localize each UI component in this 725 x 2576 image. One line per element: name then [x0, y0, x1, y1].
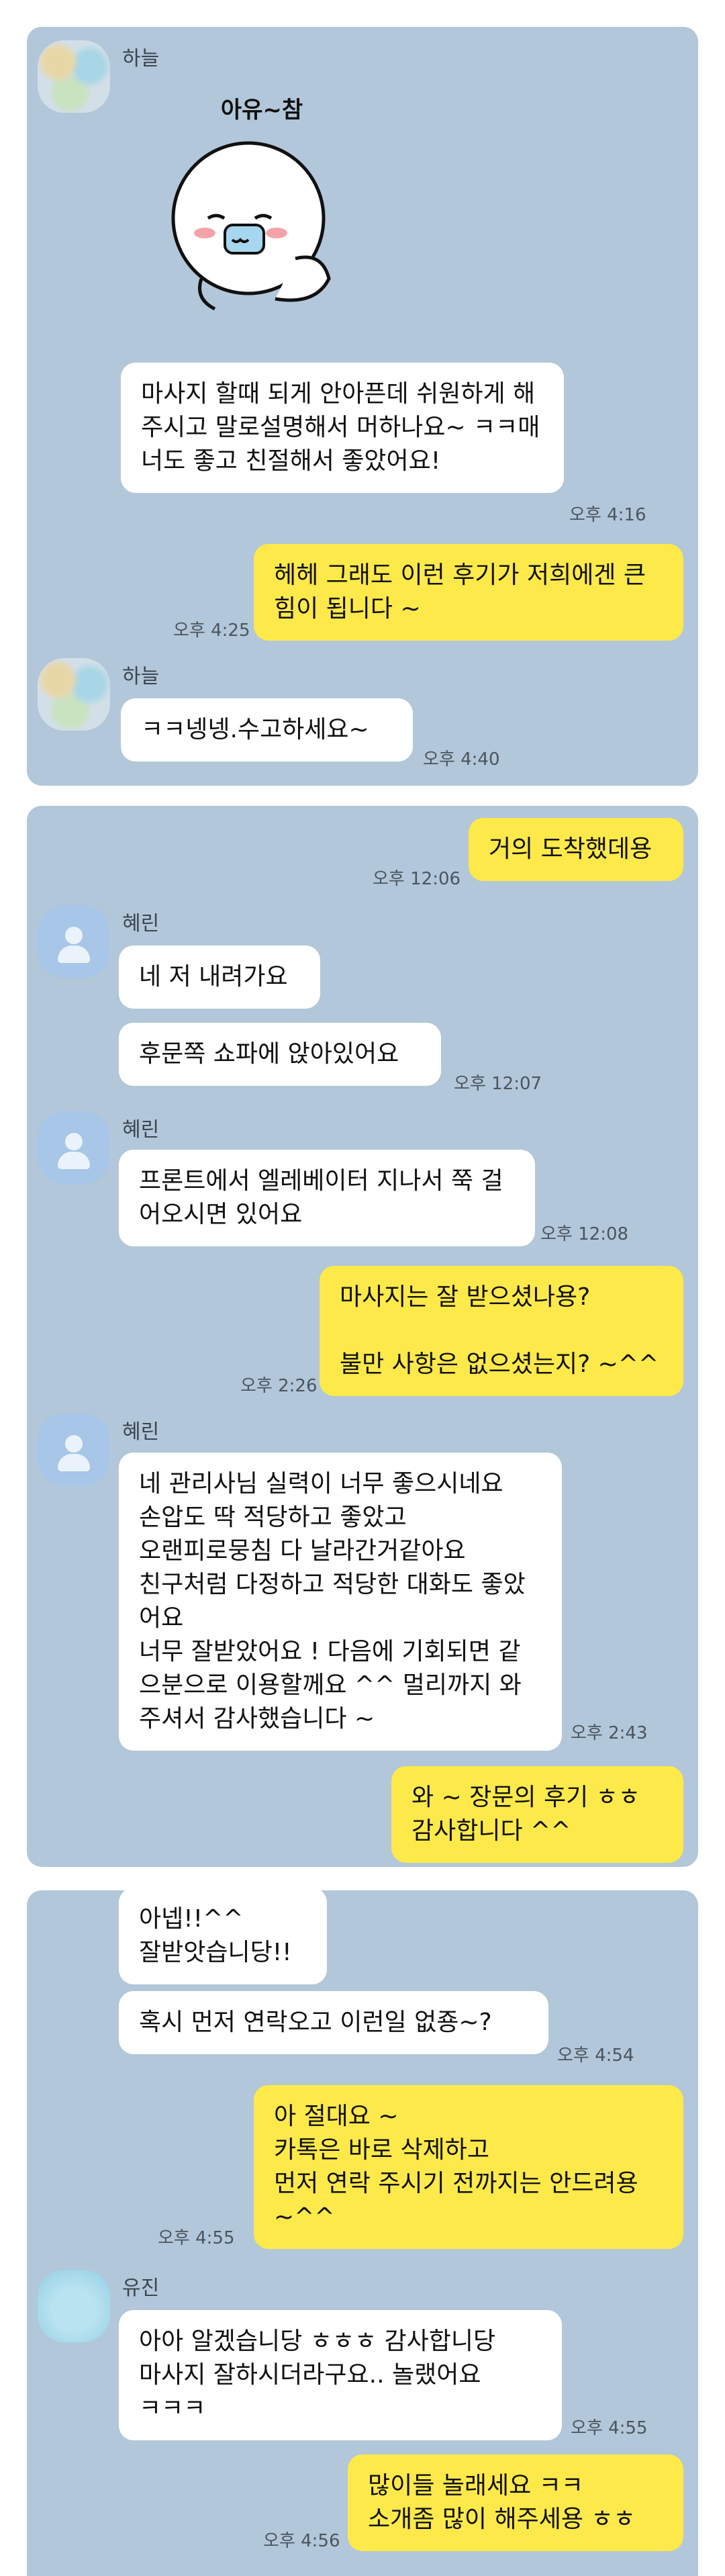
message-time: 오후 4:55: [571, 2418, 648, 2438]
message-bubble[interactable]: 프론트에서 엘레베이터 지나서 쭉 걸어오시면 있어요: [119, 1150, 535, 1246]
emoticon-sticker[interactable]: 아유~참: [161, 91, 362, 312]
message-bubble[interactable]: 거의 도착했데용: [469, 818, 683, 881]
sticker-text: 아유~참: [221, 97, 303, 124]
sender-name: 혜린: [122, 912, 160, 935]
message-bubble[interactable]: 많이들 놀래세요 ㅋㅋ 소개좀 많이 해주세용 ㅎㅎ: [348, 2454, 683, 2551]
avatar[interactable]: [38, 1111, 110, 1184]
message-bubble[interactable]: 네 저 내려가요: [119, 946, 320, 1009]
avatar[interactable]: [38, 40, 110, 113]
avatar[interactable]: [38, 2270, 110, 2342]
message-time: 오후 4:56: [263, 2531, 340, 2551]
chat-panel-2: 거의 도착했데용 오후 12:06 혜린 네 저 내려가요 후문쪽 쇼파에 앉아…: [27, 806, 698, 1867]
message-bubble[interactable]: 후문쪽 쇼파에 앉아있어요: [119, 1023, 441, 1086]
message-time: 오후 12:06: [373, 869, 461, 889]
sender-name: 하늘: [122, 665, 160, 688]
sender-name: 혜린: [122, 1118, 160, 1142]
message-time: 오후 4:55: [158, 2228, 235, 2248]
message-time: 오후 4:40: [423, 749, 500, 770]
chat-panel-3: 아넵!!^^ 잘받앗습니당!! 혹시 먼저 연락오고 이런일 없죵~? 오후 4…: [27, 1888, 698, 2576]
message-time: 오후 2:43: [571, 1723, 648, 1743]
chat-panel-1: 하늘 아유~참 마사지 할때 되게 안아픈데 쉬원하게 해주시고 말로설명해서 …: [27, 27, 698, 786]
message-time: 오후 4:16: [569, 505, 646, 525]
sender-name: 유진: [122, 2276, 160, 2300]
message-time: 오후 2:26: [240, 1376, 318, 1396]
message-bubble[interactable]: 혹시 먼저 연락오고 이런일 없죵~?: [119, 1991, 548, 2054]
message-bubble[interactable]: 아 절대요 ~ 카톡은 바로 삭제하고 먼저 연락 주시기 전까지는 안드려용 …: [254, 2085, 683, 2249]
message-time: 오후 12:08: [540, 1224, 629, 1244]
message-time: 오후 4:54: [557, 2045, 634, 2066]
message-bubble[interactable]: 마사지 할때 되게 안아픈데 쉬원하게 해주시고 말로설명해서 머하나요~ ㅋㅋ…: [121, 363, 564, 493]
message-bubble[interactable]: 마사지는 잘 받으셨나용? 불만 사항은 없으셨는지? ~^^: [320, 1266, 683, 1396]
sender-name: 혜린: [122, 1420, 160, 1444]
message-bubble[interactable]: 헤헤 그래도 이런 후기가 저희에겐 큰 힘이 됩니다 ~: [254, 544, 683, 641]
sender-name: 하늘: [122, 47, 160, 71]
message-time: 오후 12:07: [454, 1074, 542, 1094]
message-bubble[interactable]: 아아 알겠습니당 ㅎㅎㅎ 감사합니당 마사지 잘하시더라구요.. 놀랬어요 ㅋㅋ…: [119, 2310, 562, 2440]
avatar[interactable]: [38, 1414, 110, 1486]
message-bubble[interactable]: 아넵!!^^ 잘받앗습니당!!: [119, 1888, 327, 1984]
message-bubble[interactable]: 네 관리사님 실력이 너무 좋으시네요 손압도 딱 적당하고 좋았고 오랜피로뭉…: [119, 1453, 562, 1751]
message-bubble[interactable]: ㅋㅋ넹넹.수고하세요~: [121, 698, 413, 762]
message-time: 오후 4:25: [173, 620, 250, 641]
message-bubble[interactable]: 와 ~ 장문의 후기 ㅎㅎ 감사합니다 ^^: [391, 1766, 683, 1863]
avatar[interactable]: [38, 658, 110, 731]
avatar[interactable]: [38, 905, 110, 978]
